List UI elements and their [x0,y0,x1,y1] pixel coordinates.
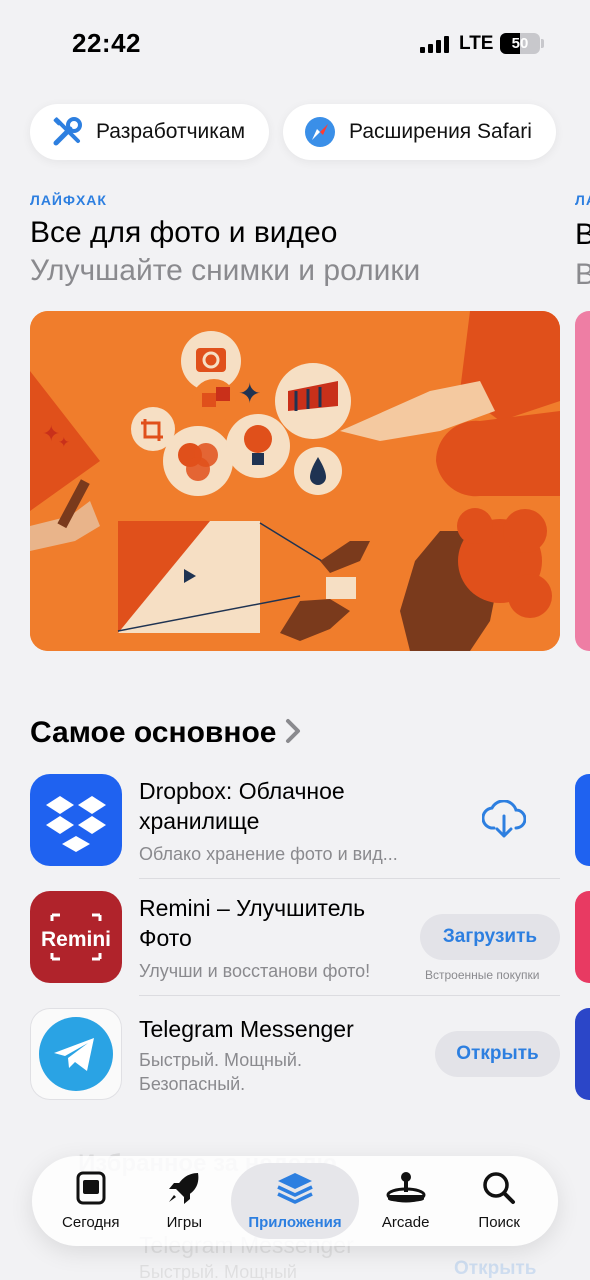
app-row-dropbox[interactable]: Dropbox: Облачное хранилище Облако хране… [30,774,560,892]
tab-label: Поиск [478,1214,520,1231]
app-subtitle-line1: Быстрый. Мощный. [139,1050,302,1070]
category-pills: Разработчикам Расширения Safari [30,104,556,160]
featured-subtitle: Улучшайте снимки и ролики [30,254,421,287]
next-card-artwork-peek[interactable] [575,311,590,651]
ghost-open-button: Открыть [454,1258,537,1279]
app-name-line1: Dropbox: Облачное [139,778,345,804]
pill-developers-label: Разработчикам [96,120,246,143]
featured-card-header[interactable]: ЛАЙФХАК Все для фото и видео Улучшайте с… [30,192,560,288]
svg-text:✦: ✦ [238,378,261,409]
tab-bar: Сегодня Игры Приложения Arcade Поиск [32,1156,558,1246]
app-subtitle: Улучши и восстанови фото! [139,961,371,981]
apps-stack-icon [276,1171,314,1210]
remini-logo-text: Remini [41,928,111,951]
row-divider [139,878,560,879]
get-button[interactable]: Загрузить [420,914,560,960]
tools-icon [50,115,84,149]
next-column-icon-peek[interactable] [575,1008,590,1100]
tab-search[interactable]: Поиск [452,1163,546,1239]
section-title: Самое основное [30,716,277,749]
in-app-purchases-note: Встроенные покупки [425,968,540,982]
search-icon [482,1171,516,1210]
featured-title: Все для фото и видео [30,216,338,249]
app-name-line2: Фото [139,925,192,951]
app-name-line2: хранилище [139,808,260,834]
next-column-icon-peek[interactable] [575,891,590,983]
status-time: 22:42 [72,28,141,58]
network-type: LTE [459,33,494,54]
tab-apps[interactable]: Приложения [231,1163,359,1239]
tab-label: Arcade [381,1214,430,1231]
tab-games[interactable]: Игры [138,1163,232,1239]
app-name-line1: Remini – Улучшитель [139,895,366,921]
joystick-icon [385,1171,427,1210]
app-row-remini[interactable]: Remini Remini – Улучшитель Фото Улучши и… [30,891,560,1009]
next-column-icon-peek[interactable] [575,774,590,866]
tab-label: Игры [166,1214,203,1231]
ghost-app-subtitle: Быстрый. Мощный [139,1262,297,1280]
row-divider [139,995,560,996]
status-bar: 22:42 LTE 50 [0,0,590,90]
chevron-right-icon [285,718,301,749]
app-subtitle: Облако хранение фото и вид... [139,844,398,864]
pill-safari-label: Расширения Safari [349,120,532,143]
tab-arcade[interactable]: Arcade [359,1163,453,1239]
tab-label: Приложения [248,1214,342,1231]
section-header[interactable]: Самое основное [30,716,301,750]
featured-artwork[interactable]: ✦ ✦ ✦ [30,311,560,651]
download-cloud-icon[interactable] [481,799,527,845]
battery-icon: 50 [500,33,540,54]
next-card-subtitle-peek: В [575,258,590,291]
svg-text:✦: ✦ [58,434,70,450]
battery-tip [541,39,544,48]
dropbox-app-icon [30,774,122,866]
tab-label: Сегодня [62,1214,120,1231]
open-button[interactable]: Открыть [435,1031,560,1077]
pill-developers[interactable]: Разработчикам [30,104,270,160]
next-card-title-peek: В [575,218,590,251]
cellular-signal-icon [420,35,449,53]
remini-app-icon: Remini [30,891,122,983]
featured-eyebrow: ЛАЙФХАК [30,192,107,208]
pill-safari-extensions[interactable]: Расширения Safari [283,104,556,160]
app-name: Telegram Messenger [139,1016,354,1042]
tab-today[interactable]: Сегодня [44,1163,138,1239]
rocket-icon [166,1171,202,1210]
next-card-eyebrow-peek: ЛА [575,192,590,208]
telegram-app-icon [30,1008,122,1100]
battery-level: 50 [511,35,529,52]
safari-compass-icon [303,115,337,149]
app-row-telegram[interactable]: Telegram Messenger Быстрый. Мощный. Безо… [30,1008,560,1126]
app-subtitle-line2: Безопасный. [139,1074,246,1094]
today-icon [76,1171,106,1210]
